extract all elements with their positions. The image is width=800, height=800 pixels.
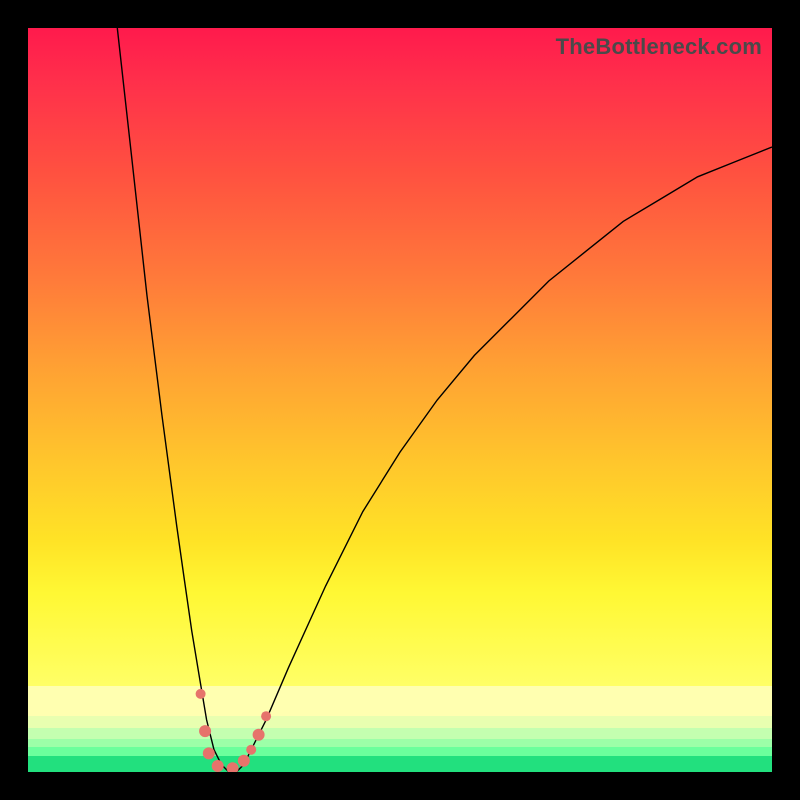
data-marker	[196, 689, 206, 699]
chart-frame: TheBottleneck.com	[0, 0, 800, 800]
data-marker	[199, 725, 211, 737]
marker-group	[196, 689, 272, 772]
data-marker	[203, 747, 215, 759]
data-marker	[246, 745, 256, 755]
data-marker	[253, 729, 265, 741]
data-marker	[212, 760, 224, 772]
curve-layer	[28, 28, 772, 772]
bottleneck-curve	[117, 28, 772, 772]
data-marker	[227, 762, 239, 772]
data-marker	[238, 755, 250, 767]
data-marker	[261, 711, 271, 721]
plot-area: TheBottleneck.com	[28, 28, 772, 772]
